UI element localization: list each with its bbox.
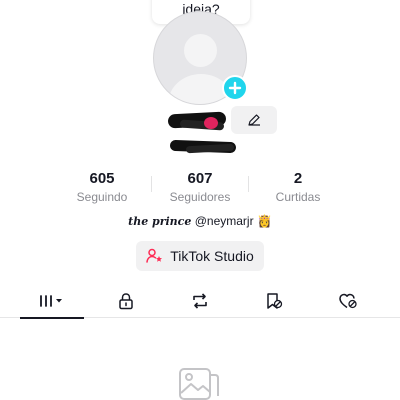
bio-handle[interactable]: @neymarjr bbox=[195, 214, 254, 228]
stat-following[interactable]: 605 Seguindo bbox=[52, 170, 152, 205]
followers-count: 607 bbox=[187, 170, 213, 187]
lock-icon bbox=[119, 293, 133, 310]
stat-likes[interactable]: 2 Curtidas bbox=[248, 170, 348, 205]
studio-label: TikTok Studio bbox=[170, 248, 254, 264]
grid-bars-icon bbox=[40, 295, 62, 307]
stat-divider bbox=[151, 176, 152, 192]
person-star-icon bbox=[146, 248, 163, 263]
following-count: 605 bbox=[89, 170, 115, 187]
tab-favorites[interactable] bbox=[242, 284, 306, 318]
pencil-icon bbox=[248, 114, 260, 126]
followers-label: Seguidores bbox=[169, 190, 231, 204]
profile-tabs bbox=[0, 284, 400, 319]
tab-videos[interactable] bbox=[20, 284, 84, 319]
image-placeholder-icon bbox=[179, 368, 219, 400]
add-photo-button[interactable] bbox=[222, 75, 248, 101]
following-label: Seguindo bbox=[76, 190, 128, 204]
stat-followers[interactable]: 607 Seguidores bbox=[150, 170, 250, 205]
profile-stats: 605 Seguindo 607 Seguidores 2 Curtidas bbox=[0, 170, 400, 210]
stat-divider bbox=[248, 176, 249, 192]
tiktok-studio-button[interactable]: TikTok Studio bbox=[136, 241, 264, 271]
crown-emoji-icon: 👸 bbox=[256, 214, 272, 228]
likes-count: 2 bbox=[293, 170, 303, 187]
likes-label: Curtidas bbox=[275, 190, 321, 204]
empty-state bbox=[177, 366, 223, 400]
bio-script-name: the prince bbox=[128, 215, 192, 228]
bookmark-icon bbox=[267, 293, 283, 309]
heart-hidden-icon bbox=[339, 293, 357, 309]
profile-bio: the prince @neymarjr 👸 bbox=[0, 214, 400, 228]
repost-icon bbox=[193, 293, 207, 309]
tab-reposts[interactable] bbox=[168, 284, 232, 318]
plus-icon bbox=[228, 81, 242, 95]
default-avatar-icon bbox=[184, 34, 217, 67]
tab-liked[interactable] bbox=[316, 284, 380, 318]
tab-private[interactable] bbox=[94, 284, 158, 318]
edit-profile-button[interactable] bbox=[231, 106, 277, 134]
